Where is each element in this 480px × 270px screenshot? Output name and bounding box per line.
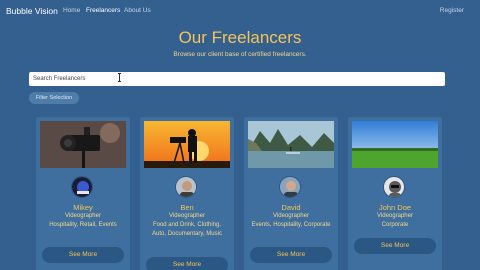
search-input[interactable]: Search Freelancers bbox=[29, 72, 445, 86]
sunset-camera-icon bbox=[144, 121, 230, 168]
freelancer-card-mikey[interactable]: Mikey Videographer Hospitality, Retail, … bbox=[36, 117, 130, 270]
freelancer-details: Hospitality, Retail, Events bbox=[49, 222, 117, 228]
see-more-button[interactable]: See More bbox=[42, 247, 124, 263]
nav-link-about-us[interactable]: About Us bbox=[124, 7, 151, 14]
freelancer-card-john-doe[interactable]: John Doe Videographer Corporate See More bbox=[348, 117, 442, 270]
navbar: Bubble Vision Home Freelancers About Us … bbox=[0, 0, 480, 22]
camera-icon bbox=[40, 121, 126, 168]
nav-link-home[interactable]: Home bbox=[63, 7, 80, 14]
nav-link-freelancers[interactable]: Freelancers bbox=[86, 7, 120, 14]
freelancer-role: Videographer bbox=[65, 213, 101, 219]
brand-logo[interactable]: Bubble Vision bbox=[6, 6, 58, 16]
see-more-button[interactable]: See More bbox=[354, 238, 436, 254]
freelancer-role: Videographer bbox=[377, 213, 413, 219]
text-cursor-icon bbox=[118, 73, 121, 82]
see-more-button[interactable]: See More bbox=[146, 257, 228, 270]
freelancer-role: Videographer bbox=[273, 213, 309, 219]
freelancer-card-ben[interactable]: Ben Videographer Food and Drink, Clothin… bbox=[140, 117, 234, 270]
nav-link-register[interactable]: Register bbox=[440, 7, 464, 14]
freelancer-name: David bbox=[281, 203, 301, 212]
freelancer-name: Mikey bbox=[73, 203, 93, 212]
freelancer-name: John Doe bbox=[378, 203, 412, 212]
freelancer-details: Corporate bbox=[381, 222, 409, 228]
page-title: Our Freelancers bbox=[178, 28, 302, 47]
avatar-placeholder-icon bbox=[383, 176, 405, 198]
freelancer-name: Ben bbox=[180, 203, 194, 212]
freelancer-details: Food and Drink, Clothing, Auto, Document… bbox=[152, 222, 222, 237]
freelancer-card-david[interactable]: David Videographer Events, Hospitality, … bbox=[244, 117, 338, 270]
avatar-person-icon bbox=[279, 176, 301, 198]
see-more-button[interactable]: See More bbox=[250, 247, 332, 263]
avatar-person-icon bbox=[175, 176, 197, 198]
field-landscape-icon bbox=[352, 121, 438, 168]
page-subtitle: Browse our client base of certified free… bbox=[173, 51, 307, 58]
avatar-logo-icon bbox=[71, 176, 93, 198]
filter-selection-button[interactable]: Filter Selection bbox=[29, 92, 79, 104]
freelancer-role: Videographer bbox=[169, 213, 205, 219]
search-placeholder: Search Freelancers bbox=[33, 76, 86, 82]
freelancer-details: Events, Hospitality, Corporate bbox=[251, 222, 331, 228]
lake-landscape-icon bbox=[248, 121, 334, 168]
